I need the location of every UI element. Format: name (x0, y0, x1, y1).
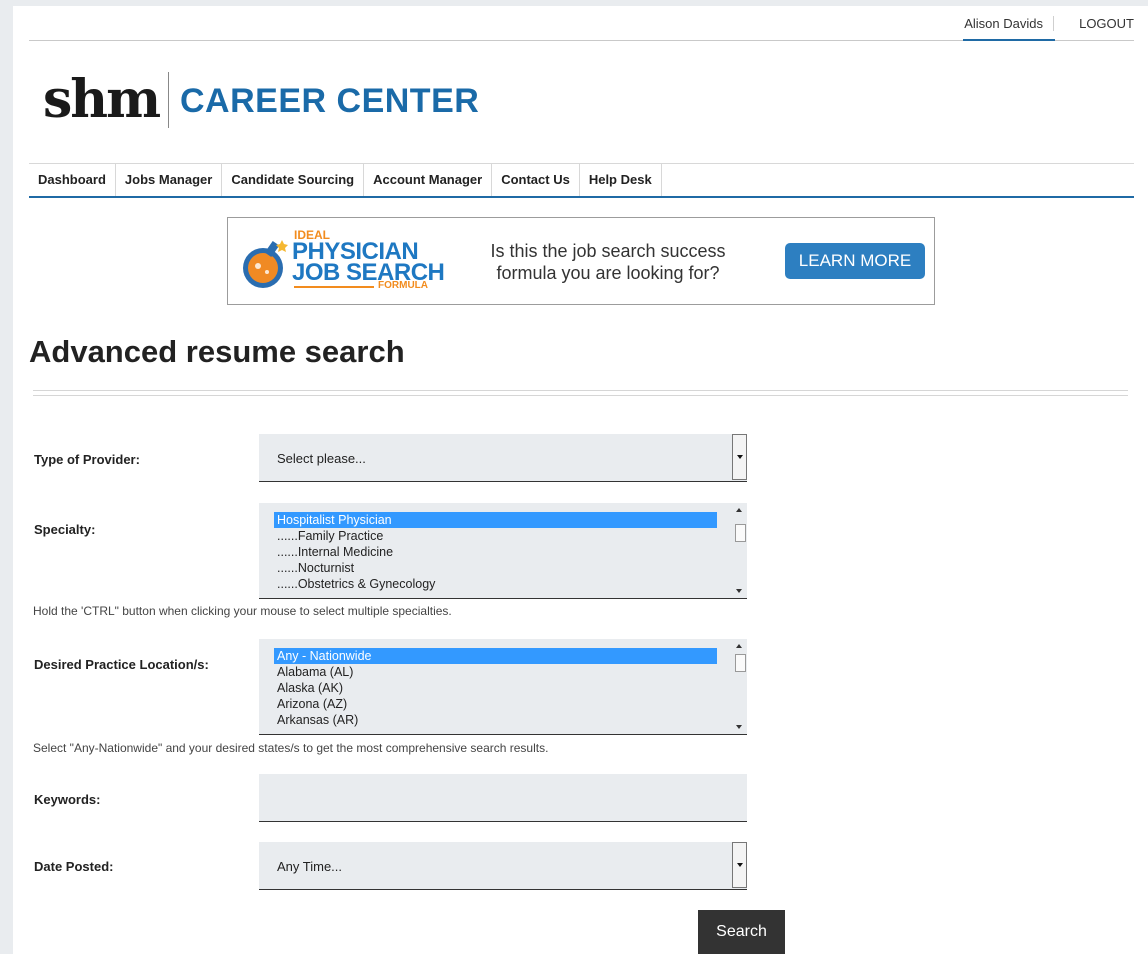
learn-more-button[interactable]: LEARN MORE (785, 243, 925, 279)
location-option[interactable]: Arkansas (AR) (274, 712, 717, 728)
scroll-up-icon[interactable] (736, 644, 742, 648)
location-option[interactable]: Alabama (AL) (274, 664, 717, 680)
banner-tagline: Is this the job search success formula y… (490, 241, 726, 283)
user-name-link[interactable]: Alison Davids (964, 16, 1054, 31)
scroll-thumb[interactable] (735, 654, 746, 672)
page-title: Advanced resume search (29, 334, 405, 369)
scroll-down-icon[interactable] (736, 725, 742, 729)
provider-label: Type of Provider: (34, 452, 140, 467)
user-bar: Alison Davids LOGOUT (29, 6, 1134, 41)
specialty-option[interactable]: ......Obstetrics & Gynecology (274, 576, 717, 592)
provider-select[interactable]: Select please... (259, 434, 747, 482)
keywords-input[interactable] (259, 774, 747, 822)
nav-help-desk[interactable]: Help Desk (580, 164, 662, 196)
title-divider (33, 390, 1128, 396)
main-nav: Dashboard Jobs Manager Candidate Sourcin… (29, 163, 1134, 198)
banner-rule (294, 286, 374, 288)
specialty-option[interactable]: ......Nocturnist (274, 560, 717, 576)
provider-select-value: Select please... (277, 451, 366, 466)
banner-formula: FORMULA (378, 280, 428, 291)
logo-divider (168, 72, 169, 128)
specialty-hint: Hold the 'CTRL" button when clicking you… (33, 604, 452, 618)
scroll-up-icon[interactable] (736, 508, 742, 512)
nav-account-manager[interactable]: Account Manager (364, 164, 493, 196)
logo-brand: shm (43, 69, 161, 130)
date-posted-label: Date Posted: (34, 859, 114, 874)
logout-link[interactable]: LOGOUT (1079, 16, 1134, 31)
location-scrollbar[interactable] (732, 639, 747, 734)
promo-banner[interactable]: IDEAL PHYSICIAN JOB SEARCH FORMULA Is th… (227, 217, 935, 305)
user-underline (963, 39, 1055, 41)
location-option[interactable]: Alaska (AK) (274, 680, 717, 696)
specialty-option[interactable]: ......Internal Medicine (274, 544, 717, 560)
specialty-option[interactable]: Hospitalist Physician (274, 512, 717, 528)
nav-candidate-sourcing[interactable]: Candidate Sourcing (222, 164, 365, 196)
chevron-down-icon[interactable] (732, 842, 747, 888)
location-listbox[interactable]: Any - Nationwide Alabama (AL) Alaska (AK… (259, 639, 747, 735)
date-posted-value: Any Time... (277, 859, 343, 874)
nav-jobs-manager[interactable]: Jobs Manager (116, 164, 223, 196)
specialty-listbox[interactable]: Hospitalist Physician ......Family Pract… (259, 503, 747, 599)
location-option[interactable]: Any - Nationwide (274, 648, 717, 664)
location-label: Desired Practice Location/s: (34, 657, 209, 672)
specialty-label: Specialty: (34, 522, 96, 537)
scroll-thumb[interactable] (735, 524, 746, 542)
date-posted-select[interactable]: Any Time... (259, 842, 747, 890)
scroll-down-icon[interactable] (736, 589, 742, 593)
flask-icon (243, 240, 288, 288)
specialty-scrollbar[interactable] (732, 503, 747, 598)
specialty-option[interactable]: ......Family Practice (274, 528, 717, 544)
nav-contact-us[interactable]: Contact Us (492, 164, 580, 196)
chevron-down-icon[interactable] (732, 434, 747, 480)
search-button[interactable]: Search (698, 910, 785, 954)
page: Alison Davids LOGOUT shm CAREER CENTER D… (13, 6, 1148, 954)
nav-dashboard[interactable]: Dashboard (29, 164, 116, 196)
location-hint: Select "Any-Nationwide" and your desired… (33, 741, 549, 755)
location-option[interactable]: Arizona (AZ) (274, 696, 717, 712)
logo-subtitle: CAREER CENTER (180, 82, 480, 120)
keywords-label: Keywords: (34, 792, 101, 807)
